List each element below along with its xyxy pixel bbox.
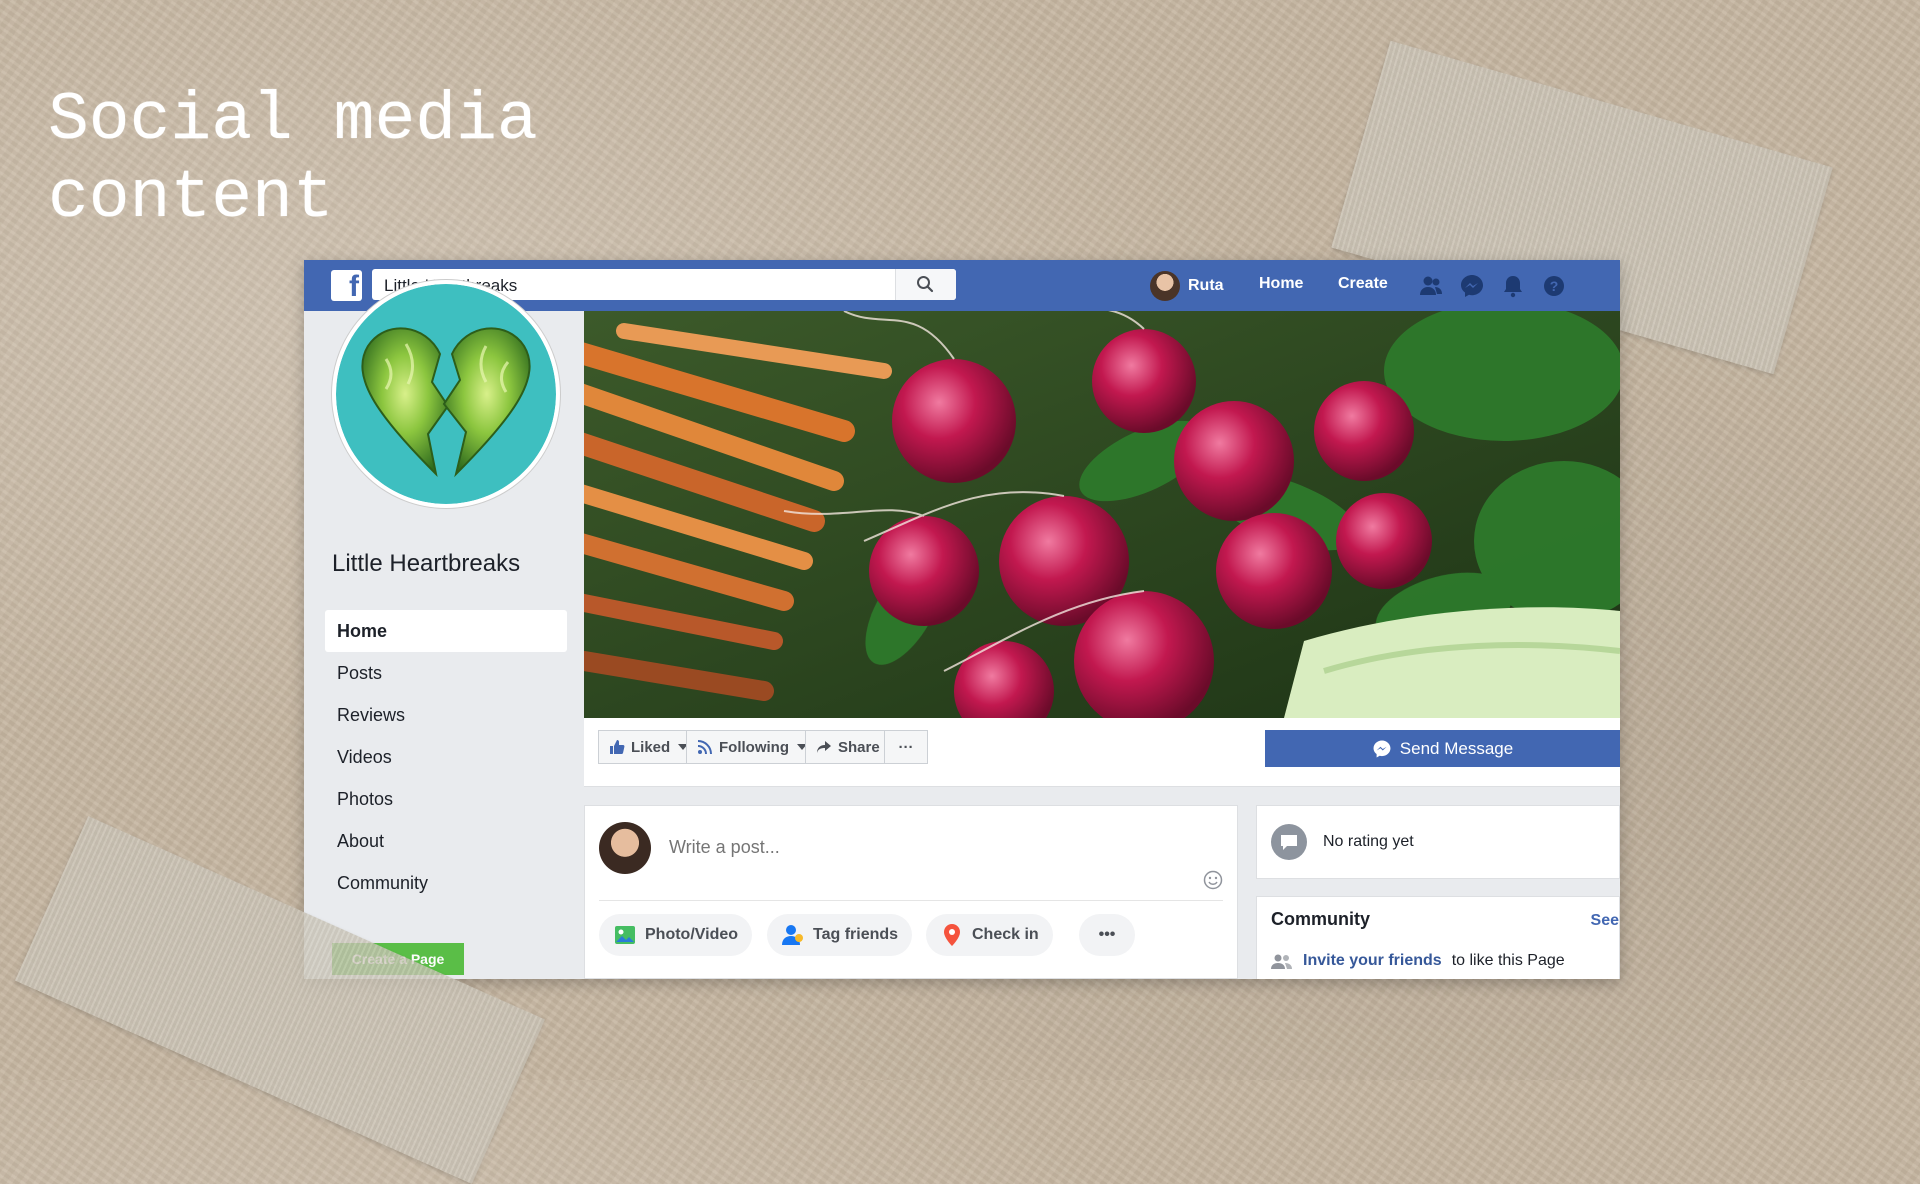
- messenger-icon: [1373, 740, 1391, 757]
- sidebar-item-videos[interactable]: Videos: [325, 736, 567, 778]
- rss-icon: [697, 740, 712, 755]
- check-in-button[interactable]: Check in: [926, 914, 1053, 956]
- user-profile-link[interactable]: Ruta: [1150, 269, 1224, 302]
- see-all-link[interactable]: See: [1591, 912, 1619, 930]
- share-icon: [817, 741, 831, 753]
- review-icon: [1271, 824, 1307, 860]
- following-label: Following: [719, 738, 789, 756]
- svg-text:?: ?: [1550, 278, 1559, 294]
- more-options-button[interactable]: ···: [884, 730, 928, 764]
- invite-row: Invite your friends to like this Page: [1271, 952, 1565, 970]
- facebook-page-window: f Ruta Home Create ?: [304, 260, 1620, 979]
- notifications-icon[interactable]: [1500, 273, 1526, 299]
- sidebar-item-community[interactable]: Community: [325, 862, 567, 904]
- cover-photo[interactable]: [584, 311, 1620, 718]
- invite-text: to like this Page: [1451, 952, 1565, 969]
- share-button[interactable]: Share: [805, 730, 891, 764]
- send-message-button[interactable]: Send Message: [1265, 730, 1620, 767]
- friends-icon: [1271, 954, 1292, 969]
- rating-box: No rating yet: [1256, 805, 1620, 879]
- tag-friends-label: Tag friends: [813, 926, 899, 943]
- search-button[interactable]: [895, 269, 956, 300]
- messenger-icon[interactable]: [1459, 273, 1485, 299]
- profile-picture[interactable]: [332, 280, 560, 508]
- location-pin-icon: [944, 924, 960, 946]
- rating-status: No rating yet: [1323, 833, 1414, 850]
- liked-button[interactable]: Liked: [598, 730, 700, 764]
- photo-video-label: Photo/Video: [645, 926, 739, 943]
- photo-video-button[interactable]: Photo/Video: [599, 914, 753, 956]
- community-title: Community: [1271, 909, 1370, 929]
- page-title: Little Heartbreaks: [332, 550, 521, 577]
- check-in-label: Check in: [972, 926, 1039, 943]
- sidebar-item-home[interactable]: Home: [325, 610, 567, 652]
- radishes-cover-image: [584, 311, 1620, 718]
- sidebar-item-about[interactable]: About: [325, 820, 567, 862]
- liked-label: Liked: [631, 738, 671, 756]
- community-box: Community See Invite your friends to lik…: [1256, 896, 1620, 979]
- user-name: Ruta: [1188, 276, 1224, 294]
- search-icon: [917, 276, 934, 293]
- slide-title: Social media content: [48, 82, 538, 237]
- broken-heart-icon: [361, 327, 531, 478]
- page-sidebar-nav: Home Posts Reviews Videos Photos About C…: [325, 610, 567, 904]
- nav-home-link[interactable]: Home: [1259, 275, 1303, 293]
- avatar: [1150, 270, 1180, 301]
- photo-icon: [615, 926, 635, 944]
- divider: [599, 900, 1223, 901]
- tag-friends-button[interactable]: Tag friends: [767, 914, 913, 956]
- help-icon[interactable]: ?: [1541, 273, 1567, 299]
- send-message-label: Send Message: [1399, 738, 1514, 758]
- composer-more-button[interactable]: •••: [1079, 914, 1135, 956]
- invite-friends-link[interactable]: Invite your friends: [1303, 952, 1442, 970]
- post-composer: Photo/Video Tag friends Check in •••: [584, 805, 1238, 979]
- thumbs-up-icon: [610, 740, 625, 754]
- page-actions-bar: Liked Following Share ··· Send Message: [584, 718, 1620, 787]
- avatar: [599, 822, 651, 874]
- write-post-input[interactable]: [667, 836, 1171, 859]
- sidebar-item-posts[interactable]: Posts: [325, 652, 567, 694]
- sidebar-item-reviews[interactable]: Reviews: [325, 694, 567, 736]
- nav-create-link[interactable]: Create: [1338, 275, 1388, 293]
- following-button[interactable]: Following: [686, 730, 818, 764]
- emoji-icon[interactable]: [1203, 870, 1223, 890]
- tag-friends-icon: [782, 925, 803, 945]
- sidebar-item-photos[interactable]: Photos: [325, 778, 567, 820]
- friend-requests-icon[interactable]: [1418, 273, 1444, 299]
- share-label: Share: [838, 738, 880, 756]
